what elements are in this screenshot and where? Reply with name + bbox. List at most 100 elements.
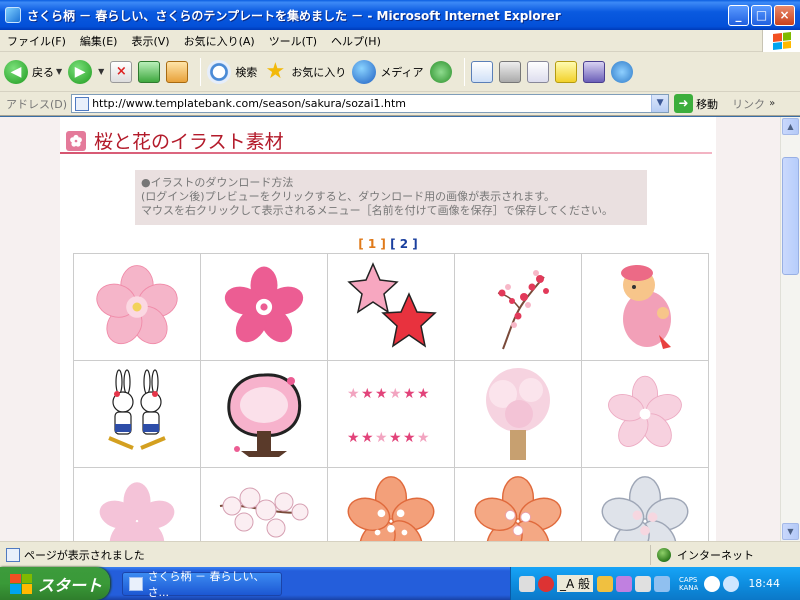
- close-button[interactable]: ×: [774, 4, 795, 26]
- page-body: 桜と花のイラスト素材 ●イラストのダウンロード方法 (ログイン後)プレビューをク…: [60, 117, 716, 541]
- toolbar-separator: [463, 57, 465, 86]
- illust-cell[interactable]: [327, 253, 455, 361]
- stop-icon[interactable]: ×: [110, 60, 133, 83]
- scroll-down-icon[interactable]: ▼: [782, 523, 799, 540]
- illust-cell[interactable]: ★ ★ ★ ★ ★ ★ ★ ★ ★ ★ ★ ★: [327, 360, 455, 468]
- illust-cell[interactable]: [200, 467, 328, 541]
- tray-app-icon[interactable]: [616, 575, 633, 592]
- address-label: アドレス(D): [6, 97, 68, 111]
- edit-icon[interactable]: [526, 60, 549, 83]
- pink-flower-silhouette-illustration: [99, 482, 175, 541]
- home-icon[interactable]: [166, 60, 189, 83]
- toolbar-separator: [200, 57, 202, 86]
- svg-text:★: ★: [403, 386, 416, 402]
- go-button[interactable]: ➜ 移動: [674, 94, 718, 113]
- scroll-up-icon[interactable]: ▲: [782, 118, 799, 135]
- pale-sakura-flower-illustration: [608, 375, 682, 447]
- favorites-label: お気に入り: [291, 65, 347, 79]
- chevron-down-icon[interactable]: ▼: [98, 67, 104, 76]
- illust-cell[interactable]: [327, 467, 455, 541]
- start-button[interactable]: スタート: [0, 567, 110, 600]
- illust-cell[interactable]: [73, 360, 201, 468]
- illust-cell[interactable]: [454, 467, 582, 541]
- url-text[interactable]: http://www.templatebank.com/season/sakur…: [92, 97, 651, 110]
- chevron-left-icon[interactable]: [704, 575, 721, 592]
- print-icon[interactable]: [498, 60, 521, 83]
- address-field[interactable]: http://www.templatebank.com/season/sakur…: [71, 94, 670, 113]
- ime-mode[interactable]: _A 般: [557, 575, 594, 592]
- menu-view[interactable]: 表示(V): [124, 33, 176, 49]
- illust-cell[interactable]: [454, 360, 582, 468]
- svg-text:★: ★: [403, 430, 416, 446]
- taskbar-item-ie[interactable]: さくら柄 － 春らしい、さ...: [122, 570, 282, 599]
- grid-row: [73, 467, 709, 541]
- illust-cell[interactable]: [200, 253, 328, 361]
- back-arrow-icon: ◀: [4, 59, 28, 84]
- mail-icon[interactable]: [470, 60, 493, 83]
- download-notice: ●イラストのダウンロード方法 (ログイン後)プレビューをクリックすると、ダウンロ…: [135, 170, 647, 225]
- illust-cell[interactable]: [73, 253, 201, 361]
- tray-pen-icon[interactable]: [654, 575, 671, 592]
- history-icon[interactable]: [429, 60, 452, 83]
- menu-tools[interactable]: ツール(T): [262, 33, 324, 49]
- star-icon: ★: [265, 59, 286, 84]
- two-sakura-illustration: [347, 262, 437, 348]
- illust-cell[interactable]: [200, 360, 328, 468]
- links-label[interactable]: リンク: [732, 96, 765, 112]
- favorites-button[interactable]: ★ お気に入り: [263, 59, 347, 84]
- research-icon[interactable]: [582, 60, 605, 83]
- menu-favorites[interactable]: お気に入り(A): [177, 33, 262, 49]
- windows-logo: [762, 29, 800, 52]
- back-button[interactable]: ◀ 戻る ▼: [4, 59, 62, 84]
- svg-text:★: ★: [375, 386, 388, 402]
- menu-edit[interactable]: 編集(E): [73, 33, 125, 49]
- chevron-down-icon[interactable]: ▼: [651, 95, 669, 112]
- menu-help[interactable]: ヘルプ(H): [324, 33, 388, 49]
- taskbar-item-label: さくら柄 － 春らしい、さ...: [147, 569, 265, 599]
- maximize-button[interactable]: □: [751, 4, 772, 26]
- forward-button[interactable]: ▶ ▼: [68, 59, 104, 84]
- clock[interactable]: 18:44: [748, 577, 780, 590]
- sakura-branch-illustration: [497, 270, 549, 350]
- windows-flag-icon: [10, 573, 32, 594]
- menu-file[interactable]: ファイル(F): [0, 33, 73, 49]
- security-zone: インターネット: [650, 544, 800, 565]
- illust-cell[interactable]: [581, 467, 709, 541]
- refresh-icon[interactable]: [138, 60, 161, 83]
- messenger-icon[interactable]: [610, 60, 633, 83]
- title-bar[interactable]: さくら柄 － 春らしい、さくらのテンプレートを集めました － - Microso…: [0, 0, 800, 30]
- page-1-current: [ 1 ]: [358, 237, 386, 251]
- status-text: ページが表示されました: [24, 548, 145, 562]
- svg-text:★: ★: [361, 386, 374, 402]
- illust-cell[interactable]: [454, 253, 582, 361]
- caps-kana-indicator: CAPS KANA: [679, 576, 698, 592]
- search-label: 検索: [235, 65, 258, 79]
- ime-icon[interactable]: [538, 575, 554, 592]
- tray-tool-icon[interactable]: [635, 575, 652, 592]
- tray-app-icon[interactable]: [597, 575, 614, 592]
- illust-cell[interactable]: [73, 467, 201, 541]
- taskbar: スタート さくら柄 － 春らしい、さ... _A 般 CAPS KANA 18:4…: [0, 567, 800, 600]
- media-button[interactable]: メディア: [352, 59, 424, 84]
- keyboard-icon[interactable]: [519, 575, 535, 592]
- search-button[interactable]: 検索: [207, 59, 258, 84]
- media-icon: [352, 59, 377, 84]
- vertical-scrollbar[interactable]: ▲ ▼: [780, 117, 800, 541]
- minimize-button[interactable]: _: [728, 4, 749, 26]
- page-icon: [75, 96, 90, 111]
- pink-sakura-illustration: [96, 265, 178, 345]
- page-2-link[interactable]: [ 2 ]: [390, 237, 418, 251]
- pale-sakura-tree-illustration: [486, 368, 550, 460]
- chevron-right-icon[interactable]: »: [769, 98, 775, 109]
- illust-cell[interactable]: [581, 360, 709, 468]
- notice-line: (ログイン後)プレビューをクリックすると、ダウンロード用の画像が表示されます。: [141, 190, 556, 203]
- zone-label: インターネット: [677, 548, 754, 562]
- illust-cell[interactable]: [581, 253, 709, 361]
- network-icon[interactable]: [723, 575, 740, 592]
- toolbar: ◀ 戻る ▼ ▶ ▼ × 検索 ★ お気に入り メディア: [0, 52, 800, 92]
- discuss-icon[interactable]: [554, 60, 577, 83]
- chevron-down-icon[interactable]: ▼: [56, 67, 62, 76]
- orange-sakura-white-blossoms-illustration: [474, 476, 562, 541]
- start-label: スタート: [38, 575, 103, 595]
- scroll-thumb[interactable]: [782, 157, 799, 275]
